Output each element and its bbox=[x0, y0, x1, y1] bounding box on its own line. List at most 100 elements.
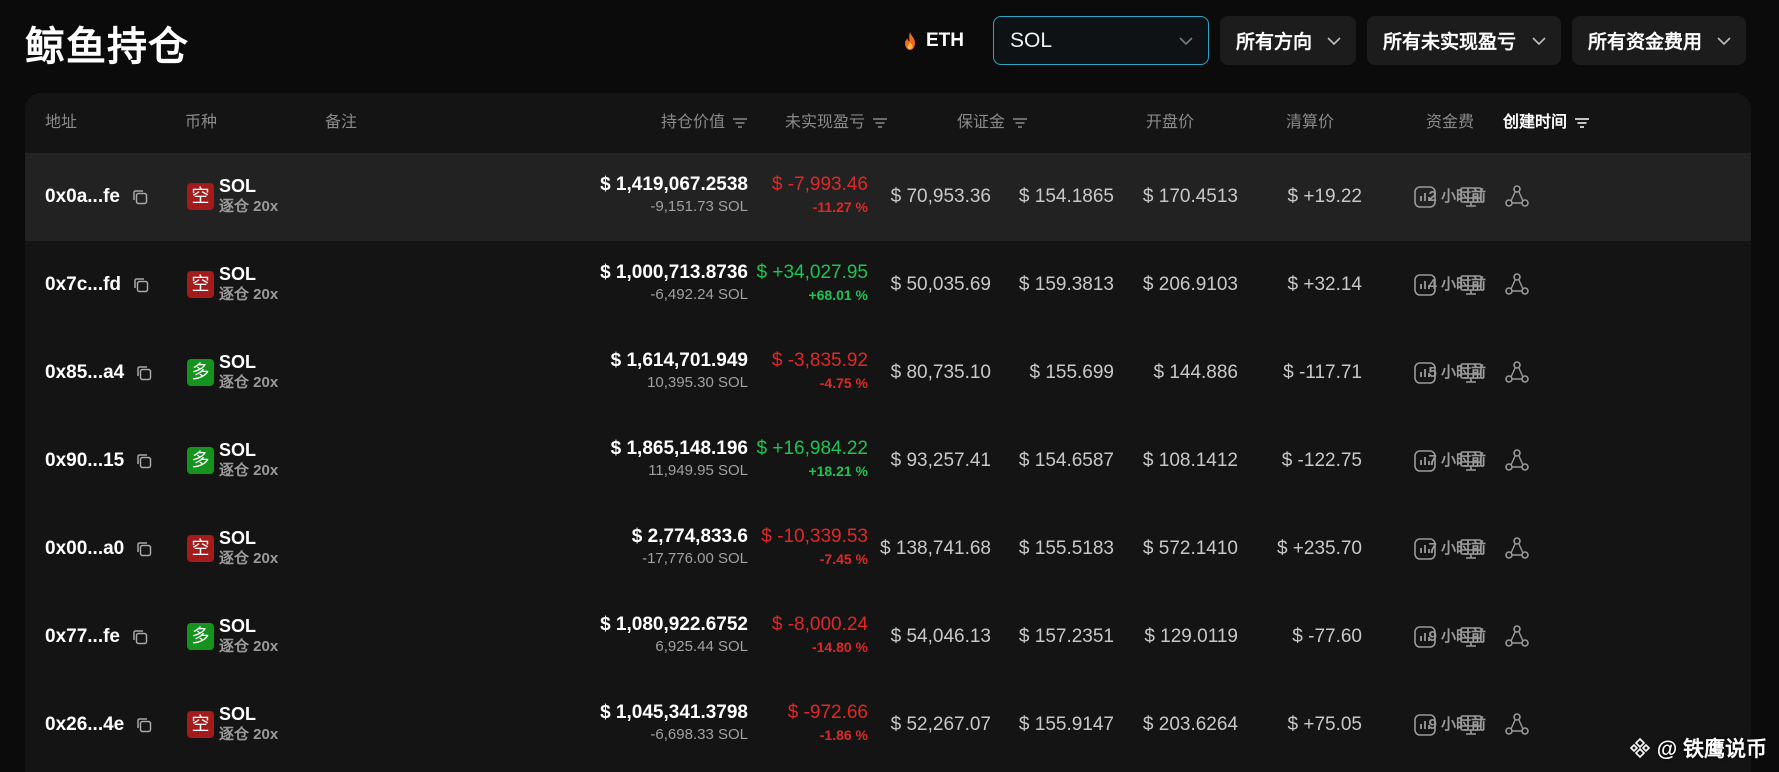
monitor-icon[interactable] bbox=[1458, 536, 1484, 562]
table-row[interactable]: 0x26...4e 空 SOL 逐仓 20x $ 1,045,341.3798 … bbox=[25, 681, 1751, 769]
header-coin: 币种 bbox=[185, 114, 218, 131]
entry-price-cell: $ 155.699 bbox=[1029, 362, 1114, 383]
coin-select[interactable]: SOL bbox=[993, 16, 1209, 65]
margin-cell: $ 138,741.68 bbox=[880, 538, 991, 559]
share-icon[interactable] bbox=[1504, 448, 1530, 474]
coin-cell: SOL 逐仓 20x bbox=[219, 263, 278, 305]
entry-price-cell: $ 154.1865 bbox=[1018, 186, 1114, 207]
address-cell[interactable]: 0x7c...fd bbox=[45, 241, 151, 329]
chart-icon[interactable] bbox=[1412, 624, 1438, 650]
monitor-icon[interactable] bbox=[1458, 448, 1484, 474]
copy-icon[interactable] bbox=[134, 363, 154, 383]
address-cell[interactable]: 0x90...15 bbox=[45, 417, 154, 505]
leverage-text: 逐仓 20x bbox=[219, 462, 279, 479]
coin-cell: SOL 逐仓 20x bbox=[219, 175, 278, 217]
side-badge: 多 bbox=[187, 447, 214, 474]
coin-cell: SOL 逐仓 20x bbox=[219, 527, 278, 569]
table-row[interactable]: 0x85...a4 多 SOL 逐仓 20x $ 1,614,701.949 1… bbox=[25, 329, 1751, 417]
address-cell[interactable]: 0x00...a0 bbox=[45, 505, 154, 593]
pnl-select[interactable]: 所有未实现盈亏 bbox=[1367, 16, 1561, 65]
header-margin[interactable]: 保证金 bbox=[957, 93, 1028, 153]
leverage-text: 逐仓 20x bbox=[219, 286, 279, 303]
table-row[interactable]: 0x00...a0 空 SOL 逐仓 20x $ 2,774,833.6 -17… bbox=[25, 505, 1751, 593]
funding-cell: $ +235.70 bbox=[1276, 538, 1362, 559]
share-icon[interactable] bbox=[1504, 536, 1530, 562]
pnl-percent: -11.27 % bbox=[812, 199, 868, 215]
side-badge: 空 bbox=[187, 535, 214, 562]
share-icon[interactable] bbox=[1504, 360, 1530, 386]
eth-tab[interactable]: ETH bbox=[902, 30, 964, 52]
share-icon[interactable] bbox=[1504, 712, 1530, 738]
position-size: 10,395.30 SOL bbox=[647, 374, 748, 391]
pnl-percent: -14.80 % bbox=[811, 639, 868, 655]
position-value: $ 2,774,833.6 bbox=[631, 526, 748, 547]
address-cell[interactable]: 0x85...a4 bbox=[45, 329, 154, 417]
address-cell[interactable]: 0x26...4e bbox=[45, 681, 154, 769]
chart-icon[interactable] bbox=[1412, 712, 1438, 738]
position-value: $ 1,865,148.196 bbox=[610, 438, 748, 459]
address-cell[interactable]: 0x0a...fe bbox=[45, 153, 150, 241]
copy-icon[interactable] bbox=[130, 187, 150, 207]
chevron-down-icon bbox=[1179, 36, 1193, 45]
table-row[interactable]: 0x77...fe 多 SOL 逐仓 20x $ 1,080,922.6752 … bbox=[25, 593, 1751, 681]
header-funding: 资金费 bbox=[1425, 114, 1474, 131]
pnl-value: $ -3,835.92 bbox=[771, 350, 868, 371]
table-row[interactable]: 0x0a...fe 空 SOL 逐仓 20x $ 1,419,067.2538 … bbox=[25, 153, 1751, 241]
monitor-icon[interactable] bbox=[1458, 184, 1484, 210]
pnl-value: $ -972.66 bbox=[787, 702, 868, 723]
pnl-percent: +68.01 % bbox=[808, 287, 868, 303]
positions-table: 地址 币种 备注 持仓价值 未实现盈亏 保证金 开盘价 清算价 资金费 创建时间… bbox=[25, 93, 1751, 772]
position-value-cell: $ 1,045,341.3798 -6,698.33 SOL bbox=[600, 681, 748, 769]
copy-icon[interactable] bbox=[134, 539, 154, 559]
header-entry-price: 开盘价 bbox=[1145, 114, 1194, 131]
side-badge: 空 bbox=[187, 183, 214, 210]
margin-cell: $ 80,735.10 bbox=[890, 362, 991, 383]
table-row[interactable]: 0x7c...fd 空 SOL 逐仓 20x $ 1,000,713.8736 … bbox=[25, 241, 1751, 329]
address-cell[interactable]: 0x77...fe bbox=[45, 593, 150, 681]
chart-icon[interactable] bbox=[1412, 448, 1438, 474]
direction-select[interactable]: 所有方向 bbox=[1220, 16, 1356, 65]
share-icon[interactable] bbox=[1504, 272, 1530, 298]
header-position-value[interactable]: 持仓价值 bbox=[661, 93, 748, 153]
funding-select[interactable]: 所有资金费用 bbox=[1572, 16, 1746, 65]
entry-price-cell: $ 154.6587 bbox=[1018, 450, 1114, 471]
monitor-icon[interactable] bbox=[1458, 272, 1484, 298]
header-created-time[interactable]: 创建时间 bbox=[1503, 93, 1590, 153]
share-icon[interactable] bbox=[1504, 624, 1530, 650]
coin-symbol: SOL bbox=[219, 176, 257, 196]
liq-price-cell: $ 144.886 bbox=[1153, 362, 1238, 383]
copy-icon[interactable] bbox=[130, 627, 150, 647]
coin-symbol: SOL bbox=[219, 264, 257, 284]
entry-price-cell: $ 155.5183 bbox=[1018, 538, 1114, 559]
leverage-text: 逐仓 20x bbox=[219, 374, 279, 391]
position-size: -6,492.24 SOL bbox=[650, 286, 748, 303]
position-size: 11,949.95 SOL bbox=[648, 462, 748, 479]
leverage-text: 逐仓 20x bbox=[219, 550, 279, 567]
monitor-icon[interactable] bbox=[1458, 712, 1484, 738]
monitor-icon[interactable] bbox=[1458, 624, 1484, 650]
margin-cell: $ 93,257.41 bbox=[890, 450, 991, 471]
copy-icon[interactable] bbox=[134, 715, 154, 735]
binance-logo-icon bbox=[1629, 737, 1650, 759]
chart-icon[interactable] bbox=[1412, 184, 1438, 210]
coin-select-value: SOL bbox=[1010, 28, 1053, 52]
page-title: 鲸鱼持仓 bbox=[25, 25, 189, 69]
margin-cell: $ 54,046.13 bbox=[890, 626, 991, 647]
header-unrealized-pnl[interactable]: 未实现盈亏 bbox=[785, 93, 888, 153]
chart-icon[interactable] bbox=[1412, 536, 1438, 562]
copy-icon[interactable] bbox=[134, 451, 154, 471]
entry-price-cell: $ 157.2351 bbox=[1018, 626, 1114, 647]
share-icon[interactable] bbox=[1504, 184, 1530, 210]
coin-symbol: SOL bbox=[219, 440, 257, 460]
pnl-cell: $ +16,984.22 +18.21 % bbox=[757, 417, 868, 505]
coin-symbol: SOL bbox=[219, 352, 257, 372]
chart-icon[interactable] bbox=[1412, 360, 1438, 386]
chart-icon[interactable] bbox=[1412, 272, 1438, 298]
table-row[interactable]: 0x90...15 多 SOL 逐仓 20x $ 1,865,148.196 1… bbox=[25, 417, 1751, 505]
pnl-cell: $ -8,000.24 -14.80 % bbox=[772, 593, 868, 681]
address-text: 0x85...a4 bbox=[45, 362, 125, 383]
sort-icon bbox=[873, 117, 887, 128]
copy-icon[interactable] bbox=[131, 275, 151, 295]
monitor-icon[interactable] bbox=[1458, 360, 1484, 386]
pnl-value: $ -10,339.53 bbox=[761, 526, 868, 547]
